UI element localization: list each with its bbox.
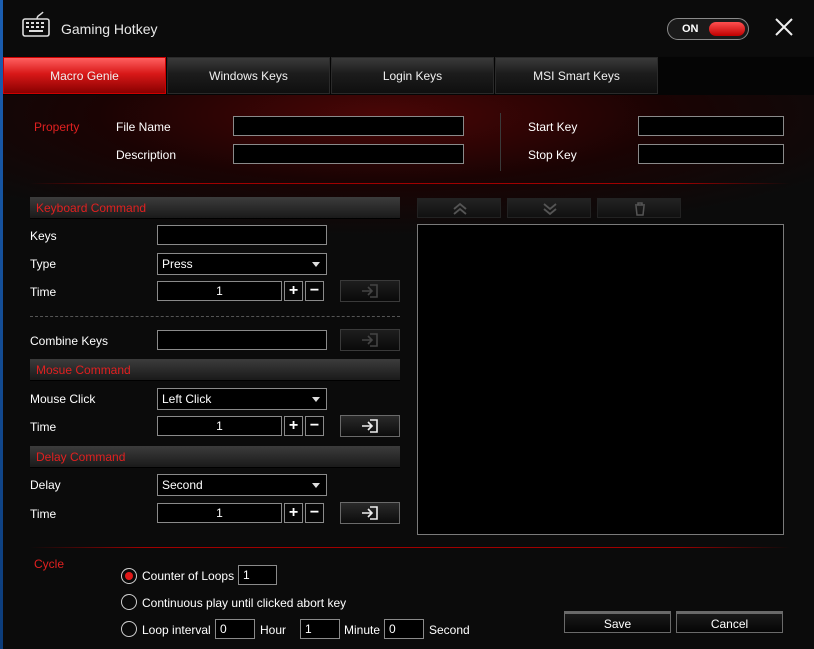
property-separator bbox=[30, 183, 790, 184]
cycle-label: Cycle bbox=[34, 557, 65, 571]
counter-of-loops-radio[interactable] bbox=[121, 568, 137, 584]
move-up-button[interactable] bbox=[417, 198, 501, 218]
tab-msi-smart-keys[interactable]: MSI Smart Keys bbox=[495, 57, 658, 94]
property-label: Property bbox=[34, 120, 80, 134]
toggle-knob bbox=[709, 22, 745, 36]
description-label: Description bbox=[116, 148, 177, 162]
mouse-time-label: Time bbox=[30, 420, 57, 434]
tab-windows-keys[interactable]: Windows Keys bbox=[167, 57, 330, 94]
interval-hour-field[interactable]: 0 bbox=[215, 619, 255, 639]
mouse-time-decrease-button[interactable]: − bbox=[305, 416, 324, 436]
stop-key-field[interactable] bbox=[638, 144, 784, 164]
close-icon[interactable] bbox=[773, 16, 795, 38]
delay-time-decrease-button[interactable]: − bbox=[305, 503, 324, 523]
tab-bar: Macro Genie Windows Keys Login Keys MSI … bbox=[3, 57, 814, 95]
property-divider bbox=[500, 113, 501, 171]
insert-icon bbox=[362, 284, 378, 298]
mouse-time-increase-button[interactable]: + bbox=[284, 416, 303, 436]
start-key-label: Start Key bbox=[528, 120, 578, 134]
minute-label: Minute bbox=[344, 623, 381, 637]
keyboard-time-label: Time bbox=[30, 285, 57, 299]
power-toggle[interactable]: ON bbox=[667, 18, 749, 40]
macro-command-list[interactable] bbox=[417, 224, 784, 535]
keyboard-icon bbox=[22, 11, 50, 37]
tab-login-keys[interactable]: Login Keys bbox=[331, 57, 494, 94]
insert-icon bbox=[362, 333, 378, 347]
second-label: Second bbox=[429, 623, 470, 637]
move-down-button[interactable] bbox=[507, 198, 591, 218]
keyboard-time-field[interactable]: 1 bbox=[157, 281, 282, 301]
toggle-label: ON bbox=[682, 23, 699, 35]
keyboard-time-decrease-button[interactable]: − bbox=[305, 281, 324, 301]
delete-button[interactable] bbox=[597, 198, 681, 218]
delay-command-title: Delay Command bbox=[36, 450, 126, 464]
keyboard-time-increase-button[interactable]: + bbox=[284, 281, 303, 301]
description-field[interactable] bbox=[233, 144, 464, 164]
mouse-click-select-value: Left Click bbox=[162, 392, 212, 406]
keys-label: Keys bbox=[30, 229, 57, 243]
combine-keys-field[interactable] bbox=[157, 330, 327, 350]
mouse-click-select[interactable]: Left Click bbox=[157, 388, 327, 410]
stop-key-label: Stop Key bbox=[528, 148, 577, 162]
insert-icon bbox=[362, 419, 378, 433]
delay-unit-select-value: Second bbox=[162, 478, 203, 492]
title-bar: Gaming Hotkey ON bbox=[3, 0, 814, 56]
keys-field[interactable] bbox=[157, 225, 327, 245]
delay-command-header: Delay Command bbox=[30, 446, 400, 468]
type-select[interactable]: Press bbox=[157, 253, 327, 275]
delay-time-label: Time bbox=[30, 507, 57, 521]
delay-time-field[interactable]: 1 bbox=[157, 503, 282, 523]
hour-label: Hour bbox=[260, 623, 287, 637]
combine-keys-label: Combine Keys bbox=[30, 334, 109, 348]
chevron-down-icon bbox=[312, 483, 320, 488]
file-name-field[interactable] bbox=[233, 116, 464, 136]
insert-icon bbox=[362, 506, 378, 520]
chevron-down-icon bbox=[312, 397, 320, 402]
mouse-insert-button[interactable] bbox=[340, 415, 400, 437]
macro-genie-panel: Property File Name Description Start Key… bbox=[3, 95, 814, 649]
start-key-field[interactable] bbox=[638, 116, 784, 136]
cycle-separator bbox=[30, 547, 790, 548]
combine-insert-button[interactable] bbox=[340, 329, 400, 351]
loop-interval-radio[interactable] bbox=[121, 621, 137, 637]
gaming-hotkey-window: Gaming Hotkey ON Macro Genie Windows Key… bbox=[0, 0, 814, 649]
delay-label: Delay bbox=[30, 478, 61, 492]
loop-count-field[interactable]: 1 bbox=[238, 565, 277, 585]
trash-icon bbox=[635, 202, 645, 216]
move-up-icon bbox=[453, 202, 467, 215]
type-select-value: Press bbox=[162, 257, 193, 271]
mouse-time-field[interactable]: 1 bbox=[157, 416, 282, 436]
keyboard-insert-button[interactable] bbox=[340, 280, 400, 302]
keyboard-command-header: Keyboard Command bbox=[30, 197, 400, 219]
file-name-label: File Name bbox=[116, 120, 171, 134]
type-label: Type bbox=[30, 257, 57, 271]
move-down-icon bbox=[543, 203, 557, 216]
cancel-button[interactable]: Cancel bbox=[676, 611, 783, 633]
window-title: Gaming Hotkey bbox=[61, 21, 158, 37]
tab-macro-genie[interactable]: Macro Genie bbox=[3, 57, 166, 94]
interval-minute-field[interactable]: 1 bbox=[300, 619, 340, 639]
mouse-command-header: Mosue Command bbox=[30, 359, 400, 381]
counter-of-loops-label: Counter of Loops bbox=[142, 569, 235, 583]
continuous-play-radio[interactable] bbox=[121, 594, 137, 610]
save-button[interactable]: Save bbox=[564, 611, 671, 633]
delay-time-increase-button[interactable]: + bbox=[284, 503, 303, 523]
interval-second-field[interactable]: 0 bbox=[384, 619, 424, 639]
mouse-command-title: Mosue Command bbox=[36, 363, 131, 377]
loop-interval-label: Loop interval bbox=[142, 623, 211, 637]
continuous-play-label: Continuous play until clicked abort key bbox=[142, 596, 347, 610]
chevron-down-icon bbox=[312, 262, 320, 267]
keyboard-command-title: Keyboard Command bbox=[36, 201, 147, 215]
keyboard-divider bbox=[30, 316, 400, 317]
delay-insert-button[interactable] bbox=[340, 502, 400, 524]
delay-unit-select[interactable]: Second bbox=[157, 474, 327, 496]
mouse-click-label: Mouse Click bbox=[30, 392, 96, 406]
